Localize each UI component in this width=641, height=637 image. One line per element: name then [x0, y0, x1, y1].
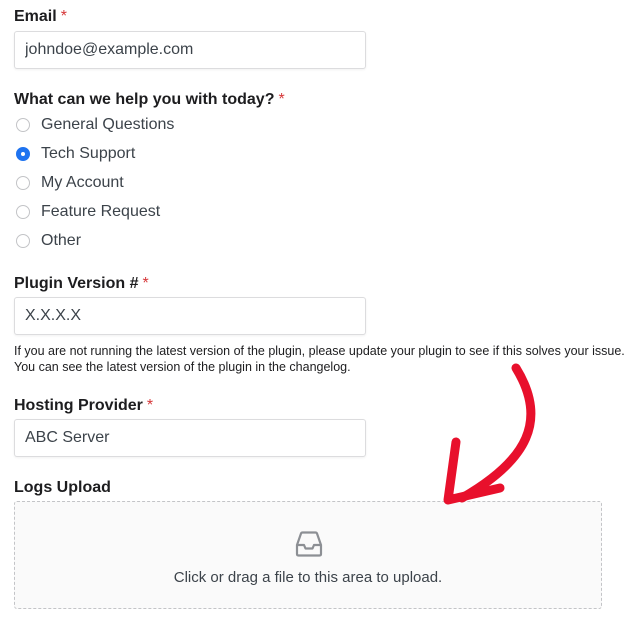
required-asterisk: * [60, 8, 67, 25]
radio-option-label: Tech Support [41, 145, 136, 162]
radio-button[interactable] [16, 176, 30, 190]
plugin-version-label: Plugin Version # * [14, 275, 149, 293]
radio-option-my-account[interactable]: My Account [16, 172, 124, 194]
radio-button[interactable] [16, 205, 30, 219]
radio-button[interactable] [16, 234, 30, 248]
file-upload-dropzone[interactable]: Click or drag a file to this area to upl… [14, 501, 602, 609]
radio-option-other[interactable]: Other [16, 230, 81, 252]
radio-option-tech-support[interactable]: Tech Support [16, 143, 135, 165]
dropzone-instructions: Click or drag a file to this area to upl… [173, 569, 443, 586]
radio-option-label: General Questions [41, 116, 175, 133]
radio-option-label: Feature Request [41, 203, 161, 220]
logs-upload-label: Logs Upload [14, 479, 111, 497]
radio-button[interactable] [16, 118, 30, 132]
hosting-provider-label-text: Hosting Provider [14, 397, 143, 414]
plugin-version-description: If you are not running the latest versio… [14, 344, 625, 374]
required-asterisk: * [278, 91, 285, 108]
help-topic-label-text: What can we help you with today? [14, 91, 275, 108]
email-label: Email * [14, 8, 67, 26]
email-field[interactable] [14, 31, 366, 69]
logs-upload-label-text: Logs Upload [14, 479, 111, 496]
hosting-provider-field[interactable] [14, 419, 366, 457]
help-topic-label: What can we help you with today? * [14, 91, 285, 109]
email-label-text: Email [14, 8, 57, 25]
hosting-provider-label: Hosting Provider * [14, 397, 153, 415]
radio-option-label: Other [41, 232, 82, 249]
radio-option-feature-request[interactable]: Feature Request [16, 201, 160, 223]
radio-button-selected[interactable] [16, 147, 30, 161]
radio-option-label: My Account [41, 174, 124, 191]
plugin-version-label-text: Plugin Version # [14, 275, 139, 292]
required-asterisk: * [146, 397, 154, 414]
plugin-version-field[interactable] [14, 297, 366, 335]
radio-option-general-questions[interactable]: General Questions [16, 114, 174, 136]
required-asterisk: * [142, 275, 149, 292]
inbox-tray-icon [295, 531, 323, 557]
